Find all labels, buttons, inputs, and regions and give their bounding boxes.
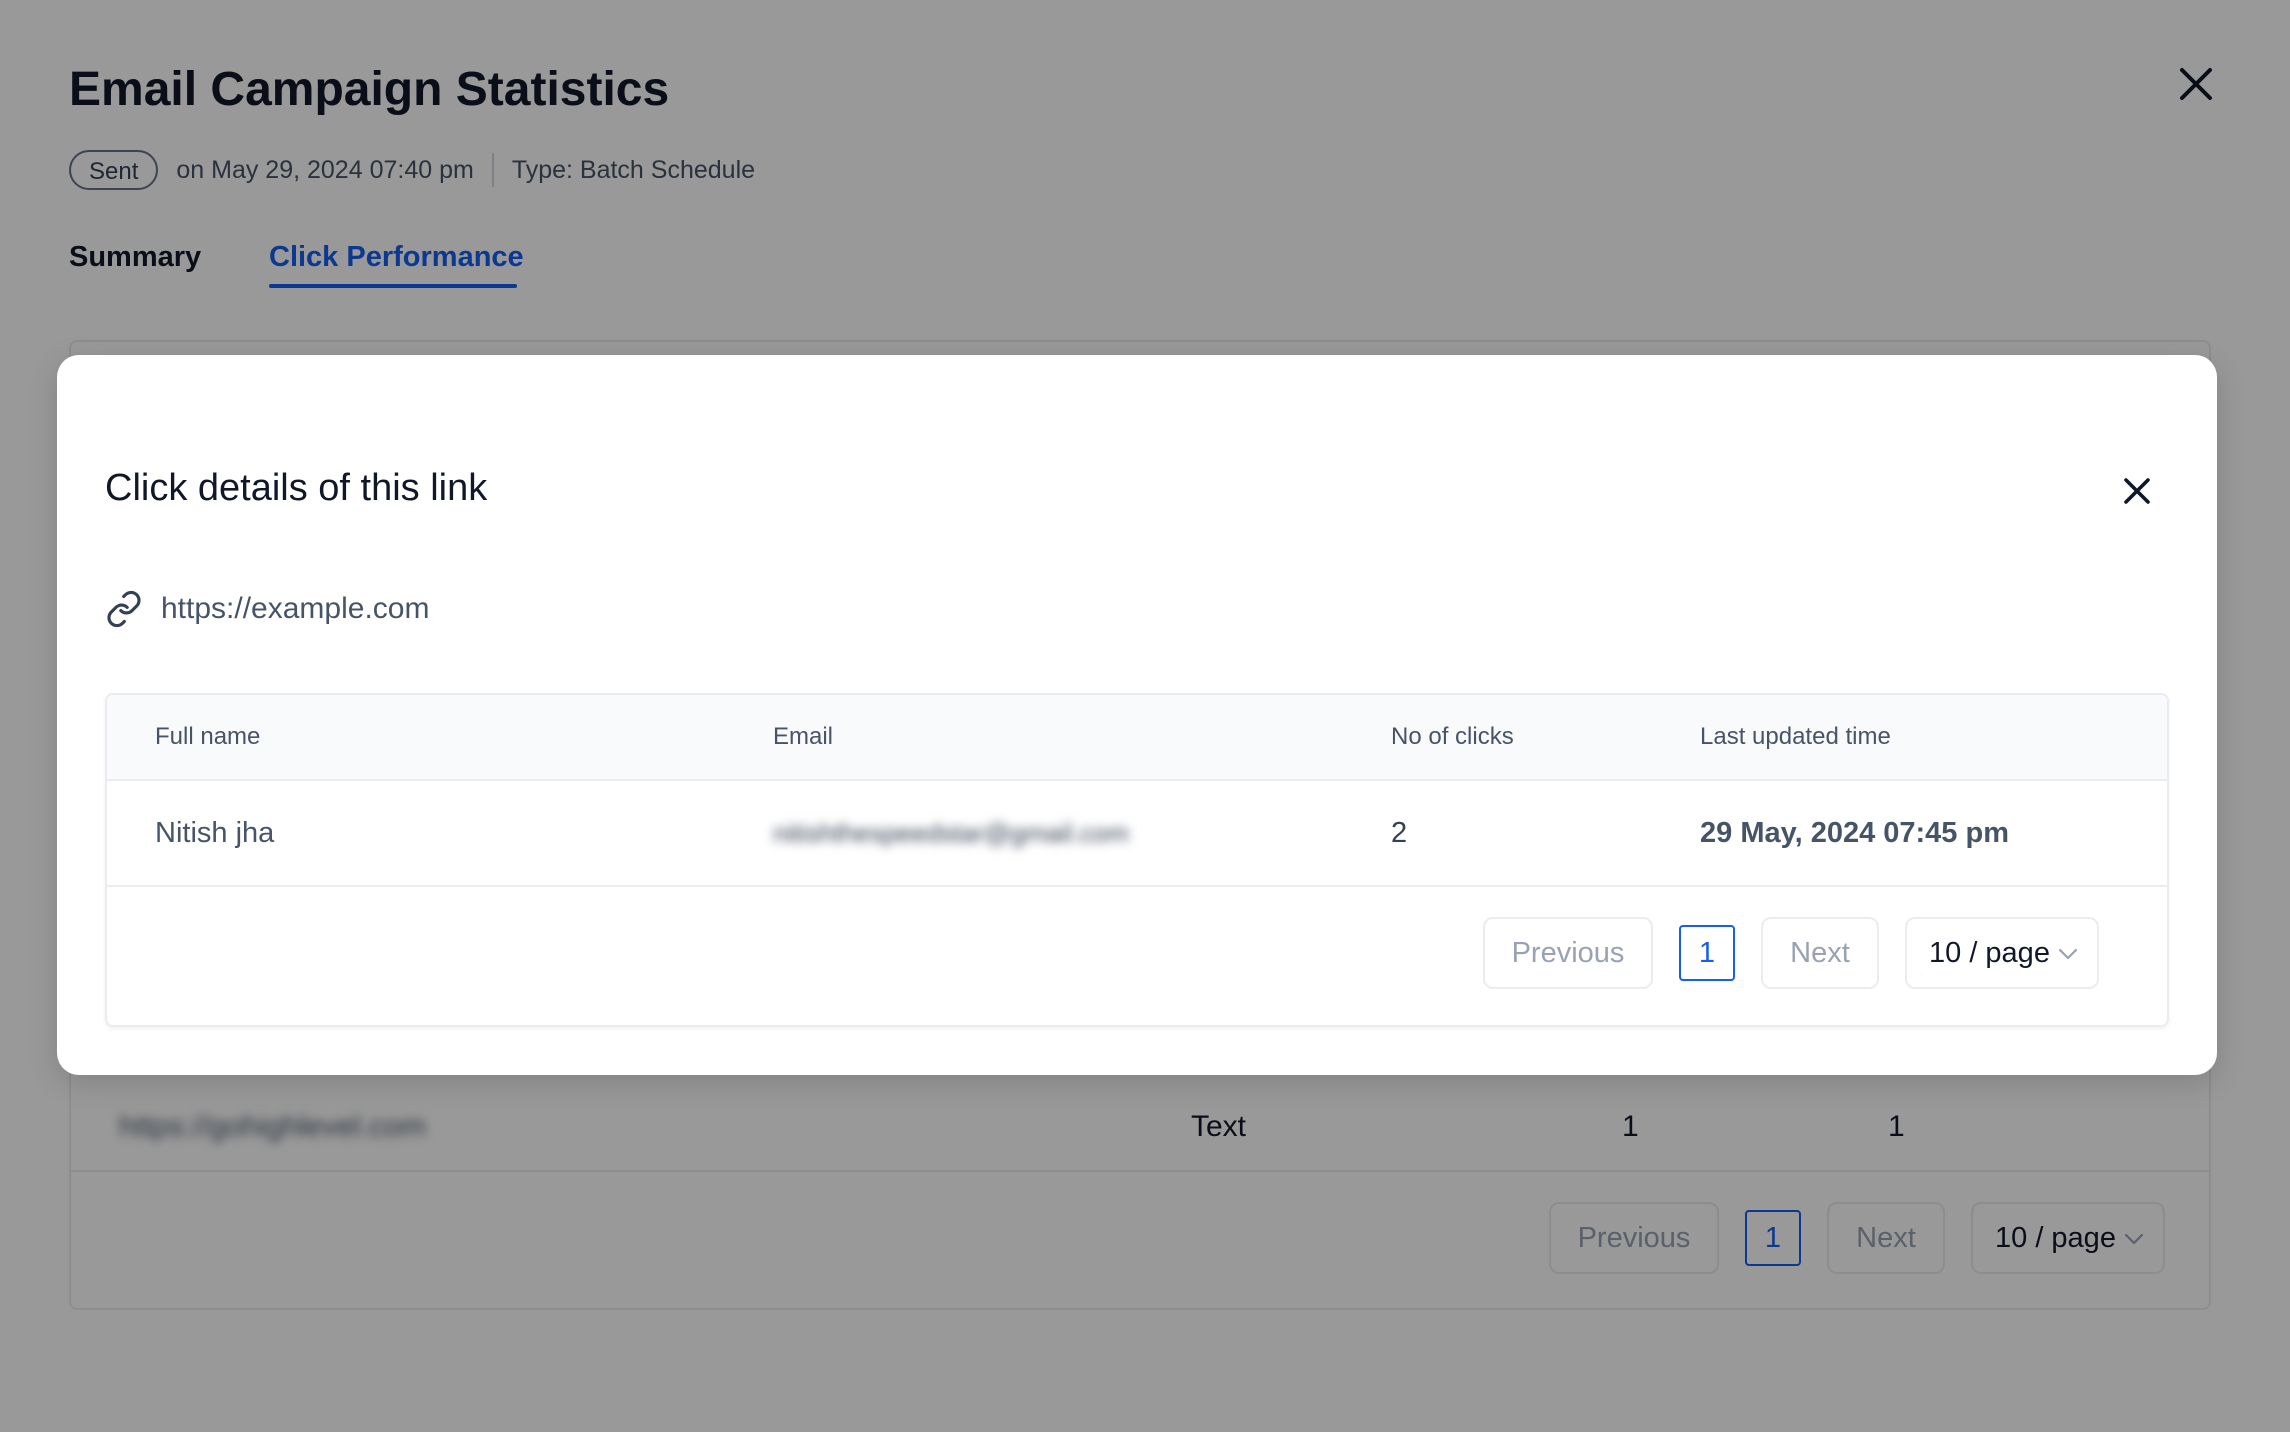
- column-header-email: Email: [773, 723, 834, 750]
- link-display: https://example.com: [105, 583, 429, 635]
- column-header-full-name: Full name: [155, 723, 261, 750]
- full-name-cell: Nitish jha: [155, 817, 275, 849]
- click-details-pagination: Previous 1 Next 10 / page: [107, 917, 2167, 993]
- page-size-value: 10 / page: [1929, 937, 2050, 969]
- email-cell: nitishthespeedstar@gmail.com: [773, 818, 1129, 848]
- link-url: https://example.com: [161, 592, 430, 625]
- modal-title: Click details of this link: [105, 467, 488, 509]
- page-size-select[interactable]: 10 / page: [1905, 917, 2099, 989]
- clicks-cell: 2: [1391, 817, 1408, 849]
- table-header: Full name Email No of clicks Last update…: [107, 695, 2167, 781]
- page-number-button[interactable]: 1: [1679, 925, 1735, 981]
- chevron-down-icon: [2058, 948, 2078, 960]
- column-header-clicks: No of clicks: [1391, 723, 1514, 750]
- previous-page-button[interactable]: Previous: [1483, 917, 1653, 989]
- click-details-table: Full name Email No of clicks Last update…: [105, 693, 2169, 1027]
- page: Email Campaign Statistics Sent on May 29…: [0, 0, 2290, 1432]
- close-icon[interactable]: [2117, 471, 2157, 511]
- last-updated-cell: 29 May, 2024 07:45 pm: [1700, 817, 2009, 849]
- next-page-button[interactable]: Next: [1761, 917, 1879, 989]
- link-icon: [107, 590, 141, 628]
- click-details-modal: Click details of this link https://examp…: [57, 355, 2217, 1075]
- column-header-last-updated: Last updated time: [1700, 723, 1891, 750]
- table-row: Nitish jha nitishthespeedstar@gmail.com …: [107, 781, 2167, 887]
